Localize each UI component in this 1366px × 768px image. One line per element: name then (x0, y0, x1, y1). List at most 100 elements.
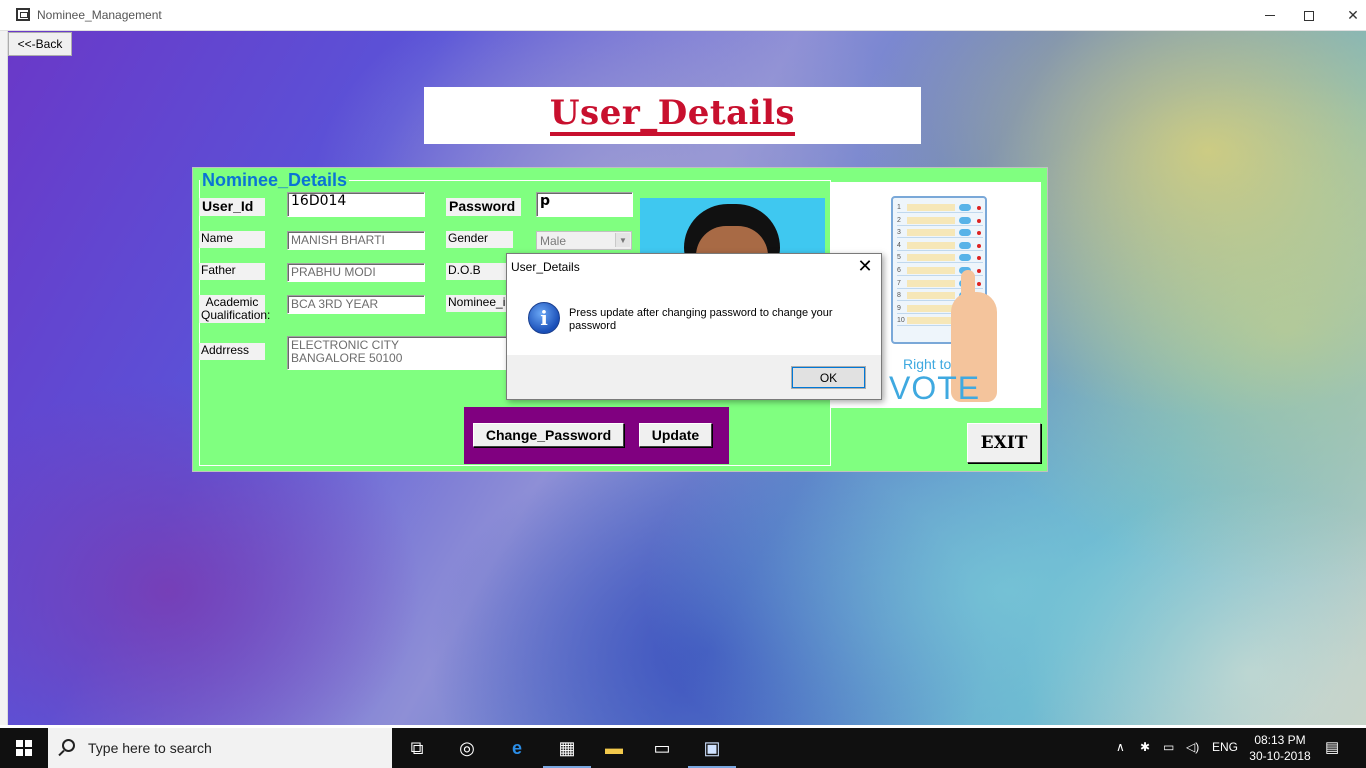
title-bar: Nominee_Management ✕ (0, 0, 1366, 31)
evm-candidate-slot (907, 267, 955, 274)
evm-row: 5 (897, 252, 983, 264)
network-icon[interactable]: ✱ (1140, 740, 1150, 754)
minimize-icon (1265, 15, 1275, 16)
evm-button (959, 241, 971, 249)
gender-dropdown[interactable]: Male ▼ (536, 231, 632, 250)
app-window-icon[interactable]: ▣ (688, 736, 736, 768)
user-id-field[interactable]: 16D014 (287, 192, 425, 217)
evm-light (977, 243, 981, 248)
maximize-icon (1304, 10, 1314, 21)
close-icon: ✕ (857, 256, 873, 276)
evm-row: 2 (897, 215, 983, 226)
evm-candidate-slot (907, 304, 955, 312)
evm-candidate-slot (907, 317, 955, 325)
evm-row-number: 7 (897, 279, 901, 287)
start-button[interactable] (0, 728, 48, 768)
father-label: Father (199, 263, 265, 280)
windows-icon (16, 740, 32, 756)
dob-label: D.O.B (446, 263, 513, 280)
battery-icon[interactable]: ▭ (1163, 740, 1174, 754)
search-placeholder: Type here to search (88, 740, 212, 756)
name-label: Name (199, 231, 265, 248)
evm-light (977, 231, 981, 236)
evm-row-number: 6 (897, 267, 901, 274)
maximize-button[interactable] (1286, 0, 1332, 31)
evm-row-number: 3 (897, 229, 901, 237)
evm-candidate-slot (907, 229, 955, 237)
evm-row-number: 5 (897, 254, 901, 262)
tray-chevron-up-icon[interactable]: ∧ (1116, 740, 1125, 754)
evm-row: 1 (897, 202, 983, 213)
academic-field[interactable]: BCA 3RD YEAR (287, 295, 425, 314)
nominee-image-label: Nominee_im (446, 295, 513, 312)
password-label: Password (446, 198, 521, 216)
media-player-icon[interactable]: ◎ (455, 736, 479, 760)
evm-candidate-slot (907, 279, 955, 287)
taskbar-search[interactable]: Type here to search (48, 728, 392, 768)
close-icon: ✕ (1347, 7, 1359, 23)
close-window-button[interactable]: ✕ (1330, 0, 1366, 31)
info-icon: i (528, 302, 560, 334)
evm-candidate-slot (907, 241, 955, 249)
evm-button (959, 216, 971, 224)
page-title: User_Details (549, 96, 796, 136)
evm-light (977, 256, 981, 261)
dialog-footer: OK (507, 355, 881, 399)
password-field[interactable]: p (536, 192, 633, 217)
user-id-label: User_Id (199, 198, 265, 216)
visual-basic-icon[interactable]: ▦ (543, 736, 591, 768)
ok-button[interactable]: OK (791, 366, 866, 389)
evm-button (959, 229, 971, 237)
message-dialog: User_Details ✕ i Press update after chan… (506, 253, 882, 400)
back-button[interactable]: <<-Back (8, 32, 72, 56)
left-edge (0, 31, 8, 725)
evm-light (977, 206, 981, 210)
search-icon (62, 739, 75, 752)
evm-candidate-slot (907, 216, 955, 224)
evm-row-number: 9 (897, 304, 901, 312)
father-field[interactable]: PRABHU MODI (287, 263, 425, 282)
evm-row-number: 4 (897, 241, 901, 249)
taskbar: Type here to search ⧉ ◎ e ▦ ▬ ▭ ▣ ∧ ✱ ▭ … (0, 728, 1366, 768)
name-field[interactable]: MANISH BHARTI (287, 231, 425, 250)
gender-value: Male (540, 234, 567, 248)
evm-candidate-slot (907, 204, 955, 211)
gender-label: Gender (446, 231, 513, 248)
exit-button[interactable]: EXIT (967, 423, 1041, 463)
evm-row-number: 2 (897, 216, 901, 224)
header-banner: User_Details (424, 87, 921, 144)
evm-light (977, 218, 981, 223)
evm-button (959, 254, 971, 262)
edge-browser-icon[interactable]: e (505, 736, 529, 760)
volume-icon[interactable]: ◁) (1186, 740, 1199, 754)
file-explorer-icon[interactable]: ▬ (602, 736, 626, 760)
chevron-down-icon[interactable]: ▼ (615, 233, 630, 247)
update-button[interactable]: Update (639, 423, 712, 447)
dialog-close-button[interactable]: ✕ (855, 257, 875, 277)
evm-candidate-slot (907, 254, 955, 262)
taskbar-clock[interactable]: 08:13 PM 30-10-2018 (1242, 732, 1318, 764)
clock-time: 08:13 PM (1254, 733, 1306, 747)
nominee-photo (640, 198, 825, 258)
clock-date: 30-10-2018 (1249, 749, 1311, 763)
evm-candidate-slot (907, 292, 955, 300)
window-title: Nominee_Management (37, 8, 162, 22)
evm-row-number: 8 (897, 292, 901, 300)
change-password-button[interactable]: Change_Password (473, 423, 624, 447)
notifications-icon[interactable]: ▤ (1325, 738, 1339, 756)
evm-row-number: 1 (897, 204, 901, 211)
evm-row-number: 10 (897, 317, 905, 325)
nominee-details-title: Nominee_Details (200, 170, 350, 190)
evm-light (977, 269, 981, 273)
address-label: Addrress (199, 343, 265, 360)
address-field[interactable]: ELECTRONIC CITY BANGALORE 50100 (287, 336, 509, 370)
task-view-icon[interactable]: ⧉ (405, 736, 429, 760)
app-icon (16, 8, 30, 21)
evm-row: 4 (897, 240, 983, 251)
dialog-message: Press update after changing password to … (569, 307, 833, 332)
language-indicator[interactable]: ENG (1212, 740, 1238, 754)
command-prompt-icon[interactable]: ▭ (650, 736, 674, 760)
evm-row: 3 (897, 227, 983, 239)
evm-light (977, 281, 981, 286)
academic-label: Academic Qualification: (199, 295, 271, 323)
